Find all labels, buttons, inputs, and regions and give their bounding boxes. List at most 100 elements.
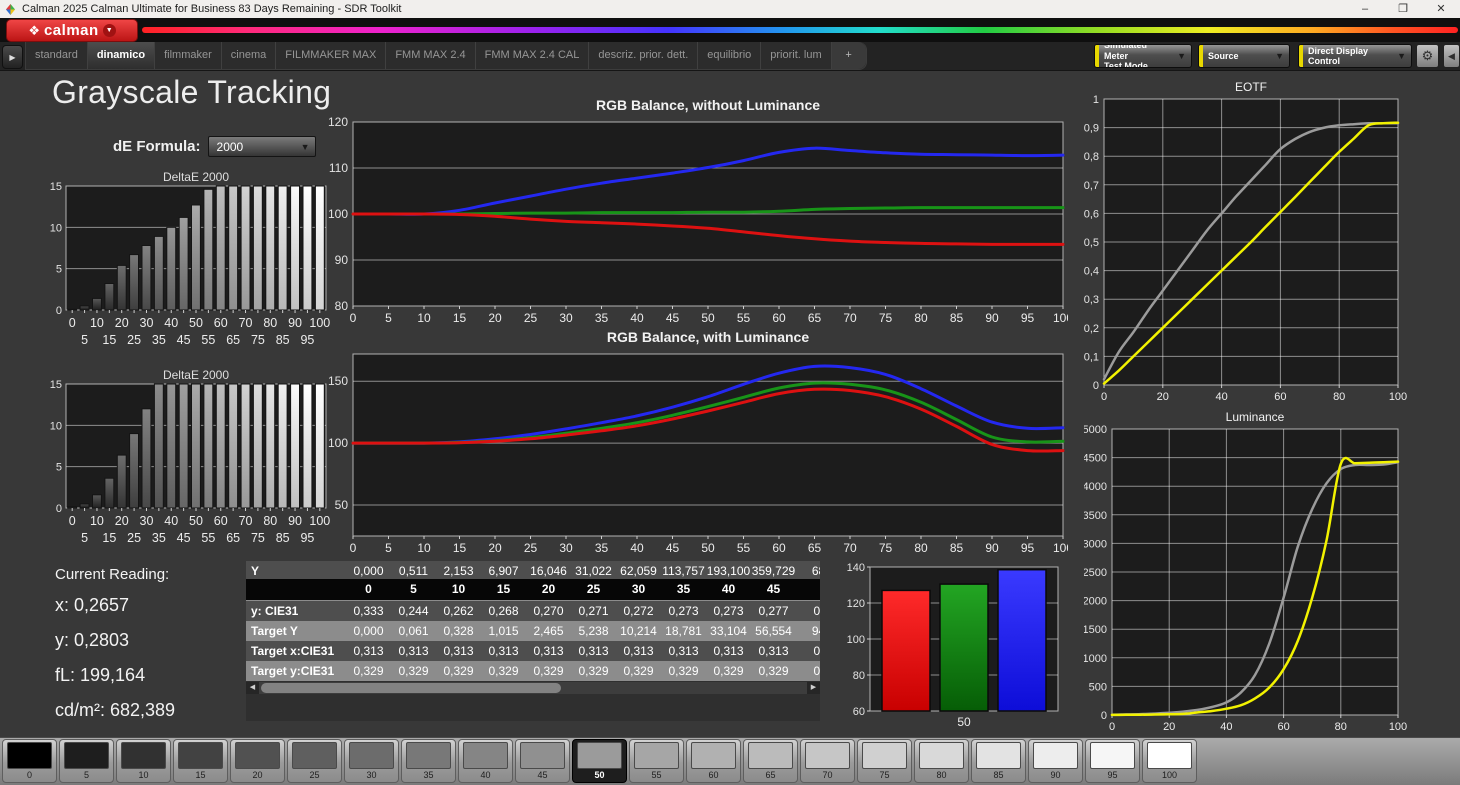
pattern-swatch-80[interactable]: 80	[914, 739, 969, 783]
pattern-swatch-10[interactable]: 10	[116, 739, 171, 783]
gray-patch-icon	[7, 742, 52, 769]
svg-text:0,4: 0,4	[1084, 266, 1099, 278]
pattern-swatch-60[interactable]: 60	[686, 739, 741, 783]
tab-dinamico[interactable]: dinamico	[87, 42, 156, 69]
svg-text:0: 0	[56, 305, 62, 317]
tab-descriz-prior-dett-[interactable]: descriz. prior. dett.	[589, 42, 699, 69]
table-column-header: 15	[496, 582, 511, 596]
pattern-swatch-30[interactable]: 30	[344, 739, 399, 783]
pattern-swatch-65[interactable]: 65	[743, 739, 798, 783]
svg-text:55: 55	[201, 531, 215, 545]
svg-text:100: 100	[1389, 721, 1407, 733]
svg-text:10: 10	[90, 514, 104, 528]
scrollbar-thumb[interactable]	[261, 683, 561, 693]
pattern-swatch-15[interactable]: 15	[173, 739, 228, 783]
table-cell: 0,329	[398, 664, 429, 678]
pattern-swatch-95[interactable]: 95	[1085, 739, 1140, 783]
pattern-swatch-75[interactable]: 75	[857, 739, 912, 783]
svg-text:65: 65	[226, 531, 240, 545]
table-cell: 0,329	[353, 664, 384, 678]
eotf-chart: EOTF 0 0,1 0,2 0,3 0,4 0,5 0,6 0,7 0,8 0,9 1 0 20 40 60…	[1084, 80, 1410, 415]
collapse-panel-button[interactable]: ◀	[1443, 44, 1460, 68]
table-horizontal-scrollbar[interactable]: ◀ ▶	[246, 682, 820, 694]
pattern-swatch-0[interactable]: 0	[2, 739, 57, 783]
tab-cinema[interactable]: cinema	[222, 42, 277, 69]
tab-standard[interactable]: standard	[26, 42, 88, 69]
scroll-right-arrow-icon[interactable]: ▶	[807, 682, 820, 694]
table-cell: 0,328	[443, 624, 474, 638]
source-dropdown[interactable]: Source ▼	[1198, 44, 1290, 68]
svg-text:50: 50	[189, 316, 203, 330]
svg-text:65: 65	[808, 311, 822, 325]
gray-patch-icon	[121, 742, 166, 769]
tab-filmmaker-max[interactable]: FILMMAKER MAX	[276, 42, 387, 69]
table-cell: 359,729	[751, 564, 796, 578]
pattern-swatch-20[interactable]: 20	[230, 739, 285, 783]
close-button[interactable]: ✕	[1422, 0, 1460, 18]
pattern-swatch-70[interactable]: 70	[800, 739, 855, 783]
add-tab-button[interactable]: +	[831, 42, 866, 69]
pattern-swatch-55[interactable]: 55	[629, 739, 684, 783]
gray-patch-icon	[463, 742, 508, 769]
table-cell: 0,313	[668, 644, 699, 658]
direct-display-control-dropdown[interactable]: Direct Display Control ▼	[1298, 44, 1412, 68]
table-cell: 56,554	[755, 624, 792, 638]
tab-priorit-lum[interactable]: priorit. lum	[761, 42, 832, 69]
table-cell: 0,329	[713, 664, 744, 678]
tabbar-expand-button[interactable]: ▶	[2, 45, 23, 69]
de-formula-select[interactable]: 2000 ▼	[207, 136, 316, 157]
pattern-swatch-45[interactable]: 45	[515, 739, 570, 783]
svg-text:60: 60	[1277, 721, 1289, 733]
svg-text:30: 30	[559, 541, 573, 555]
table-cell: 2,153	[443, 564, 474, 578]
pattern-swatch-85[interactable]: 85	[971, 739, 1026, 783]
svg-text:95: 95	[1021, 541, 1035, 555]
svg-text:120: 120	[328, 115, 348, 129]
tab-fmm-max-2-4[interactable]: FMM MAX 2.4	[386, 42, 476, 69]
svg-text:100: 100	[328, 207, 348, 221]
svg-text:85: 85	[276, 531, 290, 545]
svg-text:0: 0	[1101, 391, 1107, 403]
svg-text:5: 5	[56, 264, 62, 276]
tab-fmm-max-2-4-cal[interactable]: FMM MAX 2.4 CAL	[476, 42, 590, 69]
svg-text:0: 0	[1093, 380, 1099, 392]
table-column-header: 20	[541, 582, 556, 596]
pattern-swatch-5[interactable]: 5	[59, 739, 114, 783]
gray-patch-icon	[976, 742, 1021, 769]
pattern-swatch-40[interactable]: 40	[458, 739, 513, 783]
svg-text:65: 65	[808, 541, 822, 555]
scroll-left-arrow-icon[interactable]: ◀	[246, 682, 259, 694]
chevron-down-icon: ▼	[1177, 51, 1186, 61]
tab-equilibrio[interactable]: equilibrio	[698, 42, 762, 69]
swatch-label: 40	[480, 770, 491, 780]
restore-button[interactable]: ❐	[1384, 0, 1422, 18]
pattern-swatch-25[interactable]: 25	[287, 739, 342, 783]
calman-logo-button[interactable]: ❖ calman ▼	[6, 19, 138, 42]
swatch-label: 50	[594, 770, 605, 780]
current-reading-values: x: 0,2657 y: 0,2803 fL: 199,164 cd/m²: 682,…	[55, 595, 175, 721]
table-column-header: 5	[410, 582, 417, 596]
pattern-swatch-35[interactable]: 35	[401, 739, 456, 783]
svg-text:3500: 3500	[1084, 510, 1107, 522]
svg-text:90: 90	[288, 316, 302, 330]
gray-patch-icon	[349, 742, 394, 769]
svg-text:30: 30	[559, 311, 573, 325]
tab-filmmaker[interactable]: filmmaker	[155, 42, 222, 69]
table-cell-clipped: 0,	[813, 664, 820, 678]
svg-text:0,5: 0,5	[1084, 237, 1099, 249]
pattern-swatch-90[interactable]: 90	[1028, 739, 1083, 783]
svg-text:70: 70	[239, 316, 253, 330]
pattern-swatch-100[interactable]: 100	[1142, 739, 1197, 783]
svg-text:85: 85	[950, 311, 964, 325]
simulated-meter-dropdown[interactable]: Simulated Meter Test Mode ▼	[1094, 44, 1192, 68]
pattern-swatch-50[interactable]: 50	[572, 739, 627, 783]
svg-text:60: 60	[772, 541, 786, 555]
svg-text:DeltaE 2000: DeltaE 2000	[163, 368, 229, 382]
table-cell-clipped: 94	[811, 624, 820, 638]
svg-text:60: 60	[772, 311, 786, 325]
svg-text:2500: 2500	[1084, 567, 1107, 579]
minimize-button[interactable]: –	[1346, 0, 1384, 18]
settings-gear-button[interactable]: ⚙	[1416, 44, 1439, 68]
svg-text:20: 20	[1157, 391, 1169, 403]
svg-text:25: 25	[524, 311, 538, 325]
